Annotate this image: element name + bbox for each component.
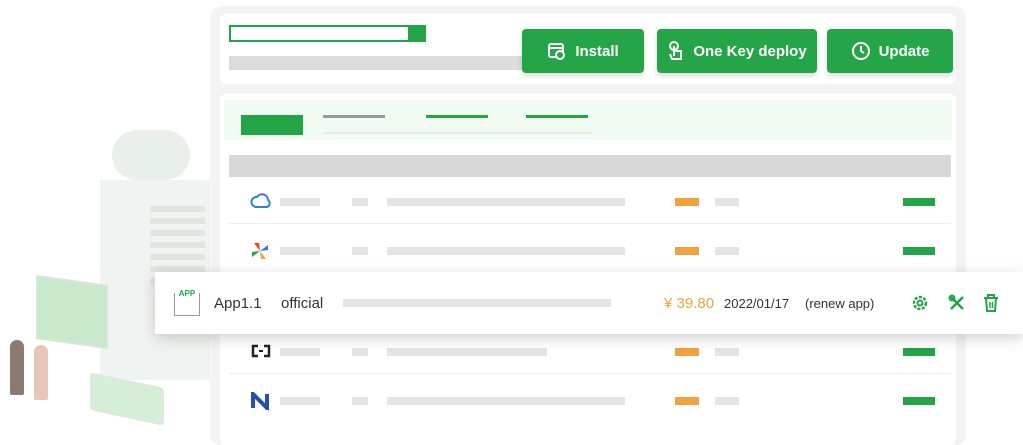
- touch-icon: [669, 41, 683, 60]
- tab-underline: [323, 132, 593, 134]
- install-icon: [548, 43, 566, 60]
- tab-4[interactable]: [526, 115, 588, 118]
- update-button[interactable]: Update: [827, 29, 953, 73]
- cloud-icon: [250, 193, 271, 208]
- tab-active[interactable]: [241, 115, 303, 135]
- trash-icon[interactable]: [983, 294, 999, 312]
- table-row[interactable]: [229, 383, 951, 423]
- search-input[interactable]: [229, 25, 425, 42]
- n-logo-icon: [251, 392, 269, 410]
- table-row[interactable]: [229, 184, 951, 224]
- app-date: 2022/01/17: [724, 296, 790, 311]
- install-label: Install: [575, 42, 619, 60]
- tab-3[interactable]: [426, 115, 488, 118]
- app-icon-label: APP: [178, 289, 196, 298]
- bracket-icon: [251, 344, 271, 358]
- app-source: official: [281, 295, 324, 312]
- tab-2[interactable]: [323, 115, 385, 118]
- install-button[interactable]: Install: [522, 29, 644, 73]
- table-header: [229, 155, 951, 177]
- cloud-shape: [112, 130, 190, 180]
- tab-bar: [224, 100, 952, 140]
- highlighted-app-row[interactable]: APP App1.1 official ¥ 39.80 2022/01/17 (…: [155, 272, 1023, 334]
- update-label: Update: [878, 42, 930, 60]
- person-figure-2: [34, 345, 48, 400]
- update-icon: [851, 42, 870, 60]
- renew-app-link[interactable]: (renew app): [805, 296, 874, 311]
- placeholder-bar: [229, 56, 522, 70]
- tools-icon[interactable]: [948, 294, 966, 312]
- phone-shape: [90, 372, 164, 426]
- app-name: App1.1: [214, 295, 262, 312]
- one-key-deploy-button[interactable]: One Key deploy: [657, 29, 817, 73]
- search-button[interactable]: [408, 25, 426, 42]
- monitor-shape: [36, 274, 108, 350]
- one-key-deploy-label: One Key deploy: [693, 42, 807, 60]
- table-row[interactable]: [229, 233, 951, 273]
- table-row[interactable]: [229, 334, 951, 374]
- app-price: ¥ 39.80: [664, 295, 715, 312]
- person-figure: [10, 340, 24, 395]
- pinwheel-icon: [252, 243, 268, 259]
- app-description-bar: [343, 299, 611, 307]
- app-icon: APP: [174, 289, 200, 316]
- settings-icon[interactable]: [911, 294, 929, 312]
